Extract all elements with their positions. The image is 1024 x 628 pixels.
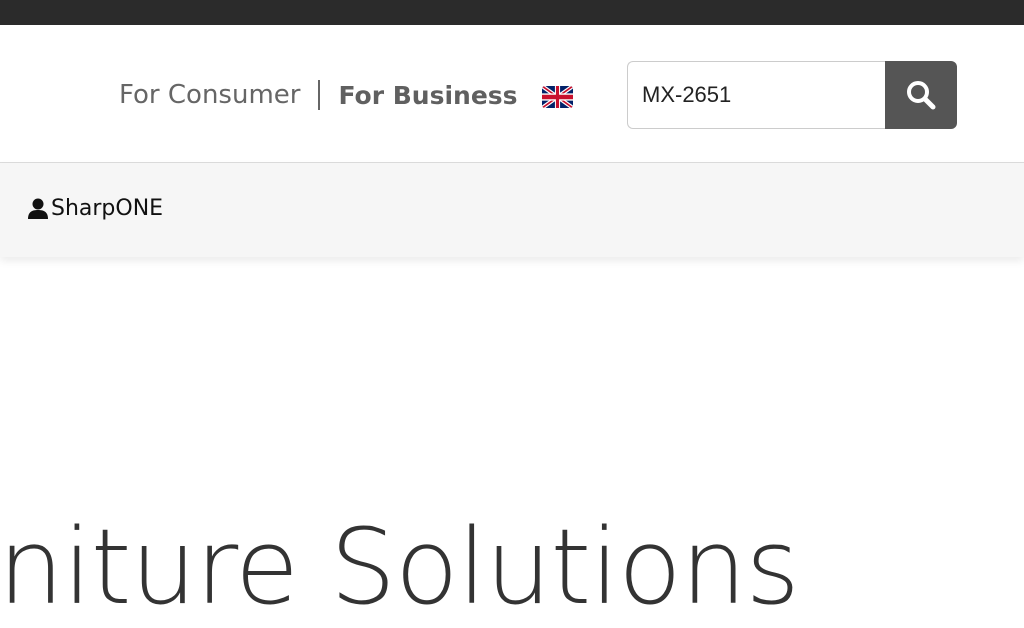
for-consumer-link[interactable]: For Consumer [119, 80, 300, 110]
top-bar [0, 0, 1024, 25]
search-input[interactable] [627, 61, 885, 129]
search-button[interactable] [885, 61, 957, 129]
sharpone-label: SharpONE [51, 196, 164, 221]
uk-flag-icon[interactable] [542, 86, 573, 108]
nav-divider [318, 80, 321, 110]
sharpone-link[interactable]: SharpONE [28, 196, 163, 221]
for-business-link[interactable]: For Business [338, 81, 517, 110]
hero-title: niture Solutions [0, 506, 800, 628]
user-icon [28, 198, 48, 219]
site-header: For Consumer For Business [0, 25, 1024, 163]
audience-switch: For Consumer For Business [119, 80, 518, 110]
search-icon [907, 81, 936, 110]
secondary-nav: SharpONE [0, 163, 1024, 257]
search-form [627, 61, 957, 129]
